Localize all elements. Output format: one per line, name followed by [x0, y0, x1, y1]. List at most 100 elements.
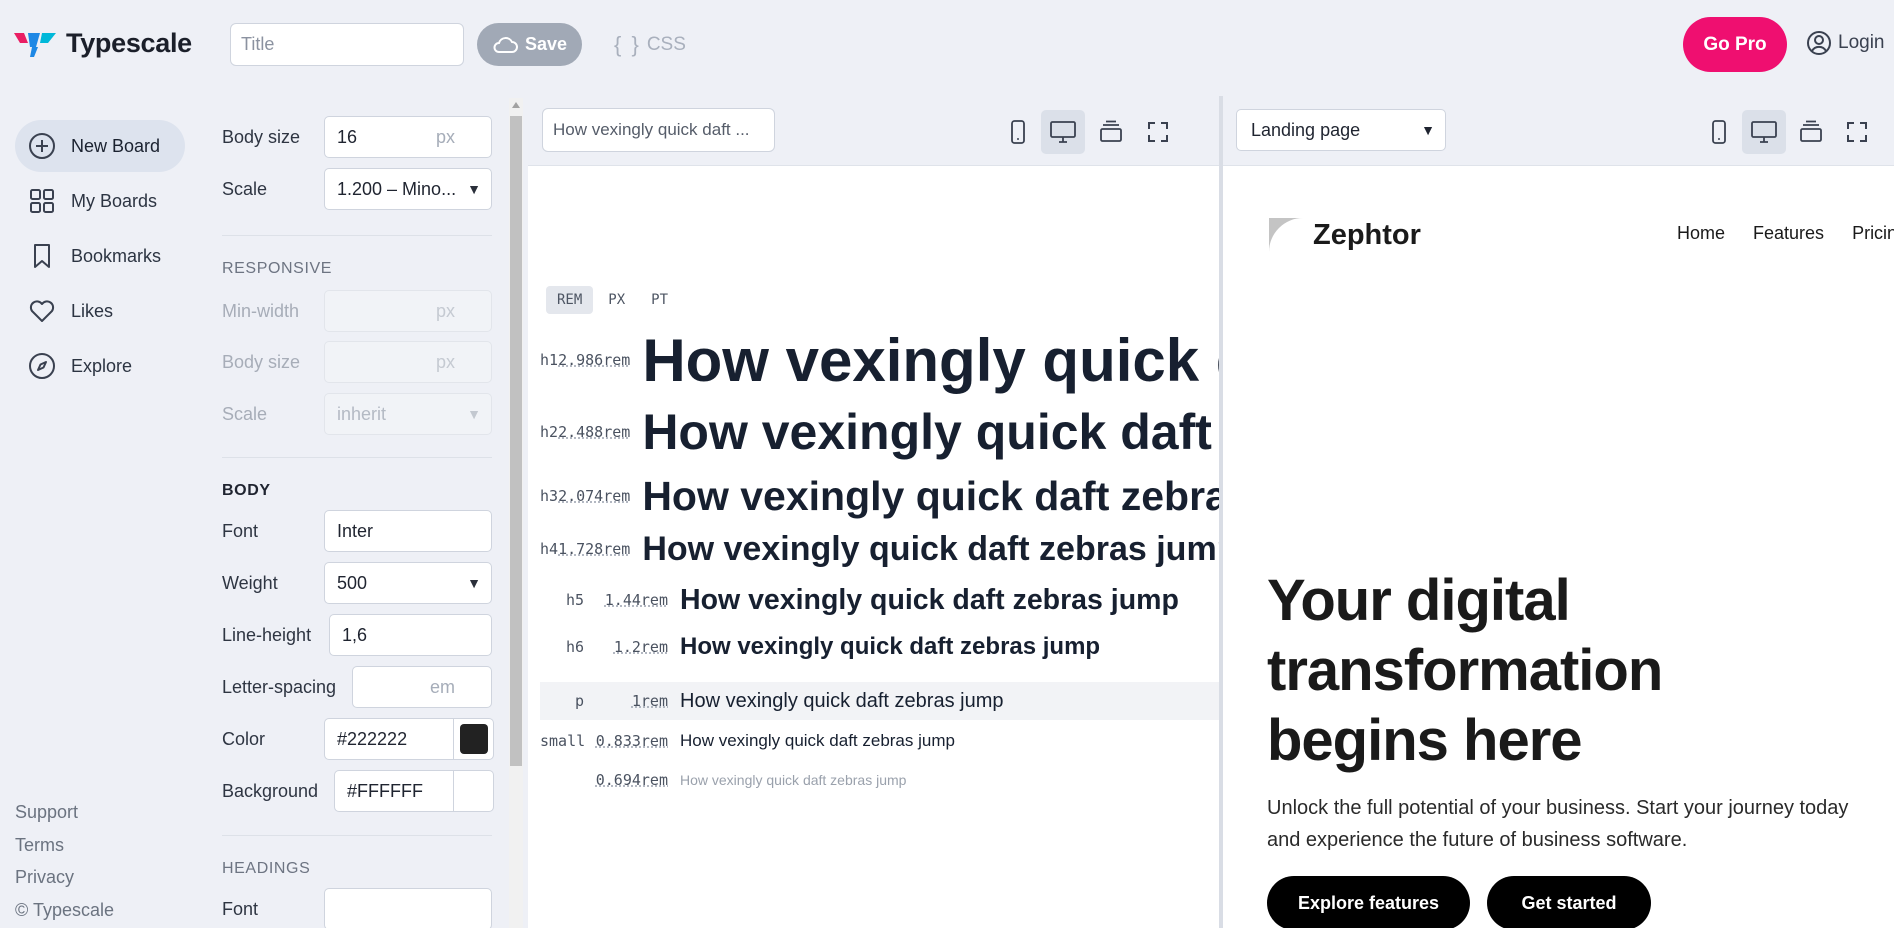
desktop-view-button[interactable] — [1742, 110, 1786, 154]
chevron-down-icon: ▼ — [1421, 122, 1435, 138]
body-size-input[interactable]: 16 px — [324, 116, 492, 158]
sample-text: How vexingly quick daft zebras jump — [642, 326, 1219, 394]
scale-row-h1[interactable]: h1 2.986rem How vexingly quick daft zebr… — [540, 326, 1219, 394]
scale-row-h6[interactable]: h6 1.2rem How vexingly quick daft zebras… — [540, 630, 1219, 664]
size-label: 1rem — [631, 692, 668, 710]
letter-spacing-label: Letter-spacing — [222, 676, 337, 697]
app-name: Typescale — [66, 28, 192, 58]
color-input[interactable]: #222222 — [324, 718, 454, 760]
fullscreen-button[interactable] — [1835, 110, 1879, 154]
terms-link[interactable]: Terms — [15, 835, 114, 868]
unit-tabs: REM PX PT — [546, 286, 679, 314]
size-label: 0.694rem — [595, 771, 668, 789]
braces-icon: { } — [614, 32, 641, 57]
landing-nav-pricing[interactable]: Pricing — [1852, 223, 1894, 244]
tab-pt[interactable]: PT — [640, 286, 679, 314]
settings-scrollbar[interactable] — [509, 98, 523, 928]
monitor-icon — [1050, 121, 1076, 143]
landing-headline: Your digital transformation begins here — [1267, 568, 1663, 773]
em-unit: em — [429, 676, 455, 697]
sample-text: How vexingly quick daft zebras jump — [680, 772, 907, 788]
tag-label: small — [540, 732, 586, 750]
headings-font-input[interactable] — [324, 888, 492, 928]
desktop-view-button[interactable] — [1041, 110, 1085, 154]
background-label: Background — [222, 780, 319, 801]
px-unit: px — [435, 126, 455, 147]
board-title-input[interactable] — [230, 23, 464, 66]
responsive-body-size-input[interactable]: px — [324, 341, 492, 383]
nav-item-new-board[interactable]: New Board — [15, 120, 185, 172]
tag-label: h3 — [540, 487, 559, 505]
size-label: 2.986rem — [558, 351, 631, 369]
css-button[interactable]: { } CSS — [614, 30, 686, 60]
font-input[interactable]: Inter — [324, 510, 492, 552]
page-template-select[interactable]: Landing page ▼ — [1236, 109, 1446, 151]
copyright: © Typescale — [15, 899, 114, 920]
scale-row-h3[interactable]: h3 2.074rem How vexingly quick daft zebr… — [540, 472, 1219, 520]
tag-label: h6 — [565, 638, 584, 656]
landing-brand[interactable]: Zephtor — [1267, 216, 1421, 254]
line-height-input[interactable]: 1,6 — [329, 614, 492, 656]
mobile-view-button[interactable] — [1697, 110, 1741, 154]
responsive-body-size-label: Body size — [222, 351, 301, 372]
support-link[interactable]: Support — [15, 802, 114, 835]
responsive-scale-select[interactable]: inherit ▼ — [324, 393, 492, 435]
chevron-down-icon: ▼ — [467, 406, 481, 422]
scale-select[interactable]: 1.200 – Mino... ▼ — [324, 168, 492, 210]
fullscreen-button[interactable] — [1136, 110, 1180, 154]
layers-button[interactable] — [1089, 110, 1133, 154]
chevron-down-icon: ▼ — [467, 575, 481, 591]
min-width-label: Min-width — [222, 300, 300, 321]
background-value: #FFFFFF — [347, 780, 423, 801]
landing-brand-name: Zephtor — [1313, 218, 1421, 251]
nav-item-explore[interactable]: Explore — [15, 340, 185, 392]
color-swatch-button[interactable] — [454, 718, 494, 760]
scale-row-xs[interactable]: 0.694rem How vexingly quick daft zebras … — [540, 764, 1219, 796]
get-started-button[interactable]: Get started — [1487, 876, 1651, 928]
user-circle-icon — [1807, 31, 1831, 55]
tab-px[interactable]: PX — [597, 286, 636, 314]
background-input[interactable]: #FFFFFF — [334, 770, 454, 812]
nav-item-likes[interactable]: Likes — [15, 285, 185, 337]
min-width-input[interactable]: px — [324, 290, 492, 332]
mobile-view-button[interactable] — [996, 110, 1040, 154]
scale-row-small[interactable]: small 0.833rem How vexingly quick daft z… — [540, 724, 1219, 758]
scroll-up-arrow-icon[interactable] — [512, 102, 520, 108]
scale-row-h4[interactable]: h4 1.728rem How vexingly quick daft zebr… — [540, 528, 1219, 570]
scale-row-h2[interactable]: h2 2.488rem How vexingly quick daft zebr… — [540, 404, 1219, 460]
privacy-link[interactable]: Privacy — [15, 867, 114, 900]
letter-spacing-input[interactable]: em — [352, 666, 492, 708]
go-pro-button[interactable]: Go Pro — [1683, 17, 1787, 72]
nav-item-my-boards[interactable]: My Boards — [15, 175, 185, 227]
tab-rem[interactable]: REM — [546, 286, 594, 314]
scale-row-p[interactable]: p 1rem How vexingly quick daft zebras ju… — [540, 682, 1219, 720]
landing-nav-home[interactable]: Home — [1677, 223, 1725, 244]
nav-item-bookmarks[interactable]: Bookmarks — [15, 230, 185, 282]
app-logo[interactable]: Typescale — [14, 28, 192, 59]
save-button[interactable]: Save — [477, 23, 582, 66]
divider — [222, 457, 492, 458]
responsive-scale-value: inherit — [337, 403, 387, 424]
weight-select[interactable]: 500 ▼ — [324, 562, 492, 604]
px-unit: px — [435, 351, 455, 372]
background-swatch — [459, 776, 488, 806]
nav-label: Bookmarks — [71, 245, 162, 266]
sample-text-input[interactable]: How vexingly quick daft ... — [542, 108, 775, 152]
size-label: 0.833rem — [595, 732, 668, 750]
sidebar-nav: New Board My Boards Bookmarks Likes Expl… — [15, 120, 185, 395]
nav-label: My Boards — [71, 190, 158, 211]
landing-nav-features[interactable]: Features — [1753, 223, 1824, 244]
login-button[interactable]: Login — [1806, 30, 1885, 56]
heart-icon — [27, 296, 57, 326]
login-label: Login — [1838, 32, 1885, 53]
chevron-down-icon: ▼ — [467, 181, 481, 197]
headings-font-label: Font — [222, 898, 259, 919]
sample-text: How vexingly quick daft zebras jump — [680, 583, 1179, 616]
scroll-thumb[interactable] — [510, 116, 522, 766]
phone-icon — [1712, 120, 1726, 144]
scale-row-h5[interactable]: h5 1.44rem How vexingly quick daft zebra… — [540, 581, 1219, 619]
layers-button[interactable] — [1789, 110, 1833, 154]
explore-features-button[interactable]: Explore features — [1267, 876, 1470, 928]
background-swatch-button[interactable] — [454, 770, 494, 812]
size-label: 2.074rem — [558, 487, 631, 505]
